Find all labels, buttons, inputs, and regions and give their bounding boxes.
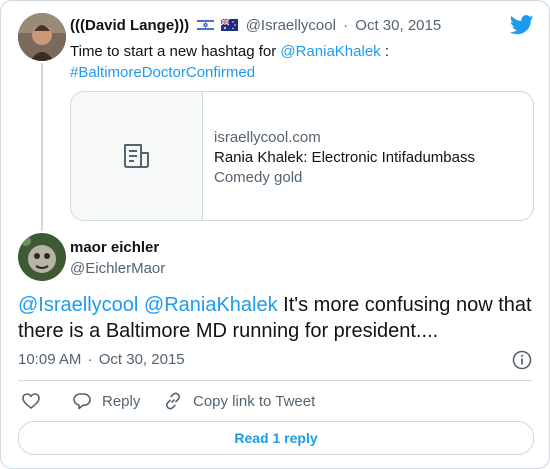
- actions-divider: [18, 380, 532, 381]
- read-replies-button[interactable]: Read 1 reply: [18, 421, 534, 455]
- reply-date: Oct 30, 2015: [98, 351, 185, 368]
- copy-link-label: Copy link to Tweet: [193, 392, 316, 410]
- avatar-maor-eichler[interactable]: [18, 233, 66, 281]
- mention-link[interactable]: @RaniaKhalek: [280, 43, 380, 60]
- tweet-embed-card: (((David Lange))) @Israellycool · Oct 30…: [0, 0, 550, 469]
- link-card-title: Rania Khalek: Electronic Intifadumbass: [214, 149, 475, 166]
- info-icon[interactable]: [512, 350, 532, 370]
- reply-icon: [73, 393, 91, 410]
- reply-time: 10:09 AM: [18, 351, 82, 368]
- copy-link-button[interactable]: Copy link to Tweet: [163, 391, 315, 411]
- link-preview-card[interactable]: israellycool.com Rania Khalek: Electroni…: [70, 91, 534, 221]
- avatar-photo: [18, 233, 66, 281]
- header-separator: ·: [343, 17, 349, 34]
- reply-author-handle[interactable]: @EichlerMaor: [70, 260, 165, 277]
- timestamp-separator: ·: [87, 351, 93, 368]
- document-icon: [124, 144, 149, 168]
- israel-flag-icon: [197, 18, 215, 35]
- hashtag-link[interactable]: #BaltimoreDoctorConfirmed: [70, 64, 255, 81]
- avatar-photo: [18, 13, 66, 61]
- australia-flag-icon: [220, 18, 238, 35]
- reply-timestamp[interactable]: 10:09 AM · Oct 30, 2015: [18, 351, 185, 368]
- link-card-body: israellycool.com Rania Khalek: Electroni…: [214, 128, 475, 188]
- parent-tweet-text-prefix: Time to start a new hashtag for: [70, 43, 281, 60]
- like-button[interactable]: [21, 391, 41, 411]
- link-card-description: Comedy gold: [214, 169, 303, 186]
- reply-author-name[interactable]: maor eichler: [70, 239, 159, 256]
- parent-tweet-header: (((David Lange))) @Israellycool · Oct 30…: [70, 17, 441, 35]
- author-handle[interactable]: @Israellycool: [246, 17, 336, 34]
- thread-connector-line: [41, 63, 43, 231]
- heart-icon: [22, 393, 40, 409]
- reply-mention-2[interactable]: @RaniaKhalek: [144, 294, 278, 316]
- parent-tweet-date[interactable]: Oct 30, 2015: [355, 17, 441, 34]
- reply-mention-1[interactable]: @Israellycool: [18, 294, 138, 316]
- parent-tweet-text-suffix: :: [380, 43, 390, 60]
- link-card-domain: israellycool.com: [214, 129, 321, 146]
- twitter-bird-icon[interactable]: [510, 15, 534, 35]
- link-icon: [165, 392, 181, 410]
- author-display-name[interactable]: (((David Lange))): [70, 17, 189, 34]
- link-card-thumbnail: [71, 92, 203, 220]
- reply-tweet-text: @Israellycool @RaniaKhalek It's more con…: [18, 292, 538, 344]
- avatar-david-lange[interactable]: [18, 13, 66, 61]
- reply-button[interactable]: Reply: [72, 391, 140, 411]
- reply-button-label: Reply: [102, 392, 141, 410]
- parent-tweet-text: Time to start a new hashtag for @RaniaKh…: [70, 41, 510, 83]
